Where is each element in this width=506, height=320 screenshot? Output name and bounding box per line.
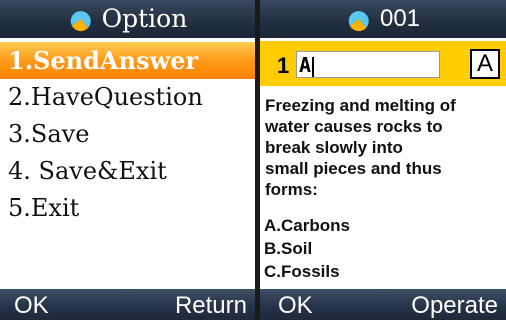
question-line: Freezing and melting of	[265, 96, 456, 115]
question-line: water causes rocks to	[265, 117, 443, 136]
softkey-return-button[interactable]: Return	[175, 289, 247, 320]
menu-item-have-question[interactable]: 2.HaveQuestion	[0, 79, 255, 116]
question-titlebar: 001	[260, 0, 506, 38]
menu-item-save[interactable]: 3.Save	[0, 116, 255, 153]
menu-item-send-answer[interactable]: 1.SendAnswer	[0, 42, 255, 79]
question-panel: 001 1 A A Freezing and melting of water …	[260, 0, 506, 320]
option-c: C.Fossils	[264, 262, 340, 281]
question-line: forms:	[265, 180, 318, 199]
option-b: B.Soil	[264, 239, 313, 258]
answer-row: 1 A A	[260, 41, 506, 86]
answer-value: A	[299, 53, 312, 77]
answer-options: A.Carbons B.Soil C.Fossils	[264, 214, 350, 283]
option-a: A.Carbons	[264, 216, 350, 235]
option-titlebar: Option	[0, 0, 255, 38]
text-caret	[312, 56, 315, 77]
option-menu: 1.SendAnswer 2.HaveQuestion 3.Save 4. Sa…	[0, 42, 255, 227]
question-line: small pieces and thus	[265, 159, 442, 178]
input-mode-indicator[interactable]: A	[470, 49, 500, 79]
question-line: break slowly into	[265, 138, 403, 157]
answer-number: 1	[277, 53, 290, 78]
option-softkey-bar: OK Return	[0, 289, 255, 320]
question-text: Freezing and melting of water causes roc…	[265, 95, 506, 200]
menu-item-exit[interactable]: 5.Exit	[0, 190, 255, 227]
app-logo-icon	[346, 6, 372, 32]
question-softkey-bar: OK Operate	[260, 289, 506, 320]
menu-item-save-exit[interactable]: 4. Save&Exit	[0, 153, 255, 190]
softkey-ok-button[interactable]: OK	[278, 289, 313, 320]
app-logo-icon	[68, 6, 94, 32]
option-panel: Option 1.SendAnswer 2.HaveQuestion 3.Sav…	[0, 0, 255, 320]
softkey-ok-button[interactable]: OK	[14, 289, 49, 320]
question-number-title: 001	[379, 5, 421, 32]
answer-input[interactable]: A	[296, 51, 440, 78]
option-title: Option	[101, 4, 188, 33]
softkey-operate-button[interactable]: Operate	[411, 289, 498, 320]
